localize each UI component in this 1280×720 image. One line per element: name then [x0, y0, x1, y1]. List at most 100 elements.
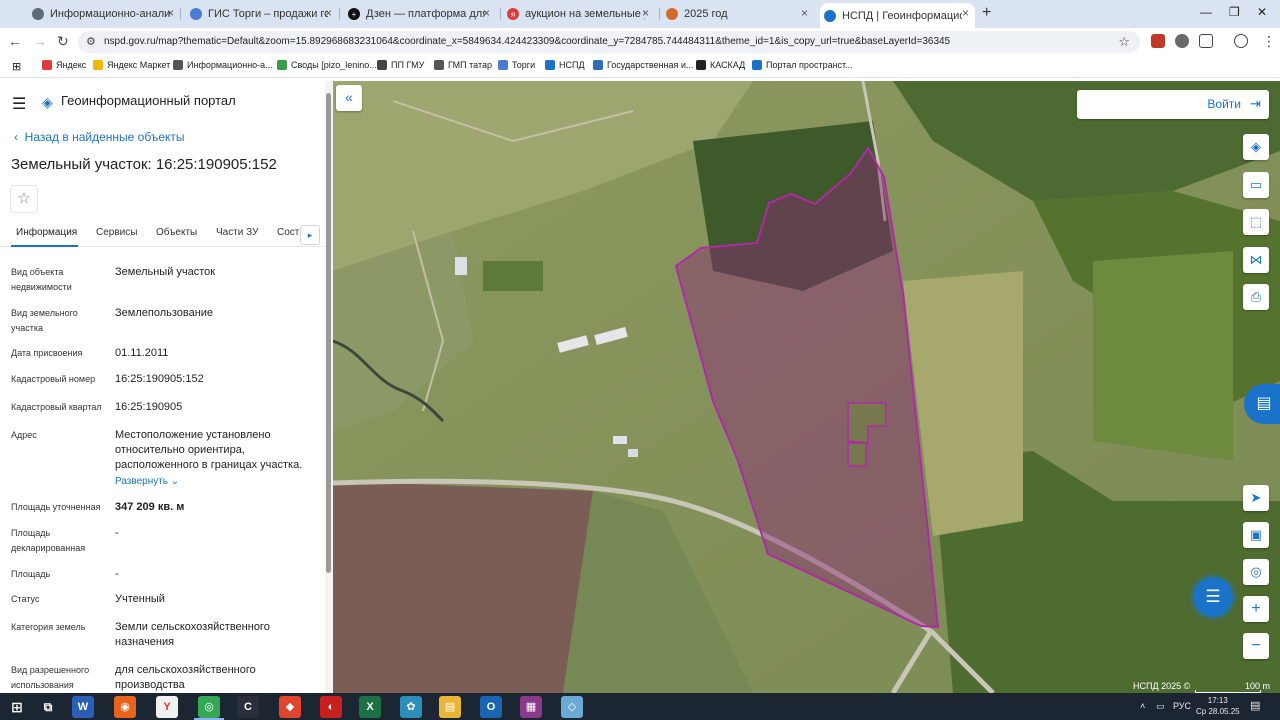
back-to-results-link[interactable]: ‹ Назад в найденные объекты [14, 130, 185, 144]
star-icon: ☆ [17, 190, 31, 207]
tab-parcel-parts[interactable]: Части ЗУ [216, 227, 258, 238]
collapse-panel-button[interactable]: « [336, 85, 362, 111]
taskbar-app-yandex-browser[interactable]: Y [156, 696, 178, 718]
open-side-tool-button[interactable]: ▤ [1244, 384, 1280, 424]
notifications-icon[interactable]: ▤ [1250, 699, 1260, 712]
address-bar[interactable]: ⚙ nspd.gov.ru/map?thematic=Default&zoom=… [78, 31, 1140, 53]
document-icon: ▤ [1256, 395, 1272, 412]
network-icon[interactable]: ▭ [1156, 701, 1165, 712]
extension-icon[interactable] [1151, 34, 1165, 48]
plus-icon: + [1251, 600, 1261, 617]
chat-assistant-button[interactable]: ☰ [1193, 577, 1233, 617]
bookmark-item[interactable]: Торги [498, 60, 535, 70]
share-button[interactable]: ⋈ [1243, 247, 1269, 273]
close-icon[interactable]: × [483, 6, 490, 20]
field-label: Площадь уточненная [11, 502, 101, 512]
bookmark-item[interactable]: НСПД [545, 60, 585, 70]
extensions-puzzle-icon[interactable] [1199, 34, 1213, 48]
forward-arrow-icon[interactable]: → [33, 33, 47, 49]
print-button[interactable]: ⎙ [1243, 284, 1269, 310]
taskbar-app-teal[interactable]: ✿ [400, 696, 422, 718]
tab-composition[interactable]: Сост [277, 227, 299, 238]
taskbar-app-firefox[interactable]: ◉ [114, 696, 136, 718]
bookmark-item[interactable]: ПП ГМУ [377, 60, 424, 70]
select-area-button[interactable]: ⬚ [1243, 209, 1269, 235]
close-icon[interactable]: × [962, 6, 969, 20]
expand-address-link[interactable]: Развернуть ⌄ [115, 474, 320, 489]
browser-tab-active[interactable]: НСПД | Геоинформационный × [820, 3, 975, 28]
bookmark-item[interactable]: Своды [pizo_lenino... [277, 60, 377, 70]
bookmark-item[interactable]: Портал пространст... [752, 60, 853, 70]
tab-label: 2025 год [684, 8, 728, 20]
double-chevron-left-icon: « [345, 89, 353, 105]
favicon-icon [824, 9, 836, 22]
extension-icon[interactable] [1175, 34, 1189, 48]
close-icon[interactable]: × [167, 6, 174, 20]
site-settings-icon[interactable]: ⚙ [86, 35, 96, 48]
back-arrow-icon[interactable]: ← [8, 33, 22, 49]
bookmark-item[interactable]: ГМП татар [434, 60, 492, 70]
tab-objects[interactable]: Объекты [156, 227, 197, 238]
close-icon[interactable]: × [801, 6, 808, 20]
input-language[interactable]: РУС [1173, 701, 1191, 711]
bookmark-item[interactable]: КАСКАД [696, 60, 745, 70]
tabs-scroll-right-button[interactable]: ▸ [300, 225, 320, 245]
taskbar-app-explorer[interactable]: ▤ [439, 696, 461, 718]
browser-tab[interactable]: я аукцион на земельные участ × [503, 3, 655, 25]
new-tab-button[interactable]: + [982, 4, 991, 22]
restore-icon[interactable]: ❐ [1229, 5, 1240, 19]
start-windows-icon[interactable]: ⊞ [6, 696, 28, 718]
window-close-icon[interactable]: ✕ [1257, 5, 1267, 19]
taskbar-app-excel[interactable]: X [359, 696, 381, 718]
tab-divider [339, 8, 340, 20]
tray-chevron-icon[interactable]: ˄ [1140, 701, 1145, 711]
taskbar-app-archive[interactable]: ▦ [520, 696, 542, 718]
measure-button[interactable]: ▭ [1243, 172, 1269, 198]
task-view-icon[interactable]: ⧉ [37, 696, 59, 718]
zoom-out-button[interactable]: − [1243, 633, 1269, 659]
hamburger-menu-icon[interactable]: ☰ [12, 94, 26, 114]
taskbar-app-c[interactable]: C [237, 696, 259, 718]
taskbar-app-chrome[interactable]: ◎ [198, 696, 220, 718]
taskbar-app-notes[interactable]: ◇ [561, 696, 583, 718]
satellite-imagery [333, 81, 1280, 693]
apps-grid-icon[interactable]: ⊞ [12, 60, 21, 73]
browser-tab[interactable]: Информационно-аналитиче × [28, 3, 180, 25]
bookmark-item[interactable]: Государственная и... [593, 60, 693, 70]
browser-tab[interactable]: + Дзен — платформа для прос × [344, 3, 496, 25]
zoom-in-button[interactable]: + [1243, 596, 1269, 622]
url-text[interactable]: nspd.gov.ru/map?thematic=Default&zoom=15… [104, 36, 950, 47]
taskbar-app-red[interactable]: ◐ [320, 696, 342, 718]
tab-information[interactable]: Информация [16, 227, 77, 238]
locate-me-button[interactable]: ◎ [1243, 559, 1269, 585]
taskbar-app-word[interactable]: W [72, 696, 94, 718]
close-icon[interactable]: × [325, 6, 332, 20]
browser-tab[interactable]: 2025 год × [662, 3, 814, 25]
close-icon[interactable]: × [642, 6, 649, 20]
field-label: Вид объекта недвижимости [11, 267, 72, 292]
geolocation-button[interactable]: ➤ [1243, 485, 1269, 511]
layers-button[interactable]: ◈ [1243, 134, 1269, 160]
minimap-button[interactable]: ▣ [1243, 522, 1269, 548]
minimize-icon[interactable]: — [1200, 5, 1212, 19]
system-clock[interactable]: 17:13 Ср 28.05.25 [1196, 695, 1240, 717]
map-view[interactable]: « Войти ⇥ ◈ ▭ ⬚ ⋈ ⎙ ▤ ➤ ▣ ◎ ☰ + − НСПД 2… [333, 81, 1280, 693]
menu-dots-icon[interactable]: ⋮ [1262, 33, 1276, 50]
scrollbar-thumb[interactable] [326, 93, 331, 573]
field-value: Земельный участок [115, 266, 216, 278]
reload-icon[interactable]: ↻ [57, 33, 69, 50]
object-title: Земельный участок: 16:25:190905:152 [11, 156, 277, 173]
bookmark-star-icon[interactable]: ☆ [1118, 34, 1130, 50]
bookmark-item[interactable]: Яндекс Маркет [93, 60, 170, 70]
bookmark-item[interactable]: Информационно-а... [173, 60, 273, 70]
favorite-star-button[interactable]: ☆ [10, 185, 38, 213]
profile-icon[interactable] [1234, 34, 1248, 48]
panel-scrollbar[interactable] [325, 81, 333, 693]
login-button[interactable]: Войти ⇥ [1077, 90, 1269, 119]
taskbar-app-outlook[interactable]: O [480, 696, 502, 718]
bookmark-item[interactable]: Яндекс [42, 60, 86, 70]
field-label: Статус [11, 594, 40, 604]
tab-services[interactable]: Сервисы [96, 227, 137, 238]
taskbar-app-anydesk[interactable]: ◆ [279, 696, 301, 718]
browser-tab[interactable]: ГИС Торги – продажи государ × [186, 3, 338, 25]
